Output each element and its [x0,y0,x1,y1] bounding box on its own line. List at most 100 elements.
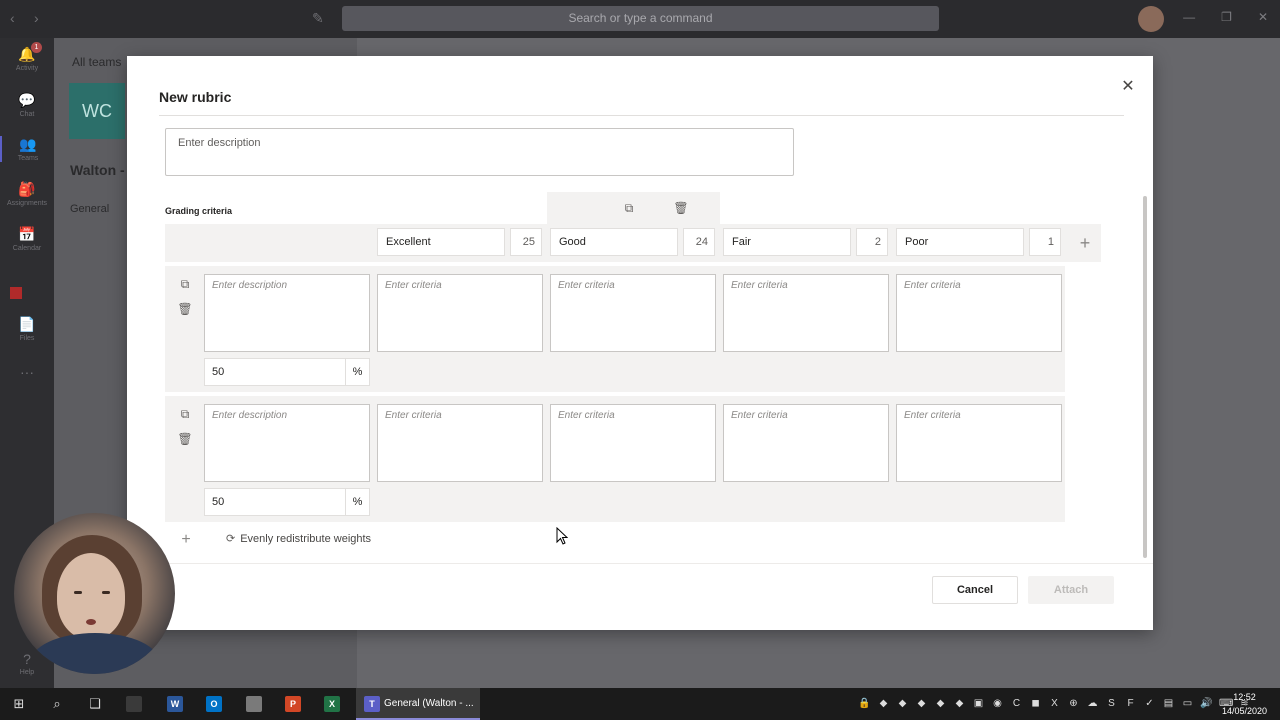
tray-icon[interactable]: ✓ [1143,697,1156,710]
tray-icon[interactable]: C [1010,697,1023,710]
level-name-input[interactable]: Fair [723,228,851,256]
rail-item-chat[interactable]: 💬 Chat [0,92,54,118]
minimize-icon[interactable]: — [1183,10,1195,24]
team-avatar: WC [69,83,125,139]
rail-label: Teams [17,155,39,162]
more-apps-icon[interactable]: ··· [0,364,54,382]
taskbar-app-teams[interactable]: T General (Walton - ... [356,688,480,720]
tray-icon[interactable]: ◆ [934,697,947,710]
criteria-input[interactable]: Enter criteria [550,404,716,482]
app-icon[interactable] [10,287,22,299]
tray-icon[interactable]: F [1124,697,1137,710]
tray-icon[interactable]: ▭ [1181,697,1194,710]
all-teams-link[interactable]: All teams [72,55,121,69]
excel-icon[interactable]: X [324,696,340,712]
rail-item-files[interactable]: 📄 Files [0,316,54,342]
level-name-input[interactable]: Good [550,228,678,256]
back-arrow-icon[interactable]: ‹ [10,10,15,26]
system-tray: 🔒 ◆ ◆ ◆ ◆ ◆ ▣ ◉ C ◼ X ⊕ ☁ S F ✓ ▤ ▭ 🔊 ⌨ … [858,697,1251,710]
criteria-input[interactable]: Enter criteria [550,274,716,352]
level-points-input[interactable]: 25 [510,228,542,256]
criteria-input[interactable]: Enter criteria [896,274,1062,352]
criteria-input[interactable]: Enter criteria [896,404,1062,482]
weight-input[interactable]: 50 % [204,358,370,386]
compose-icon[interactable]: ✎ [312,10,324,27]
rail-item-calendar[interactable]: 📅 Calendar [0,226,54,252]
rail-item-teams[interactable]: 👥 Teams [0,136,54,162]
tray-icon[interactable]: ◆ [896,697,909,710]
pen-app-icon[interactable] [126,696,142,712]
duplicate-icon[interactable]: ⧉ [621,200,637,216]
level-name-input[interactable]: Excellent [377,228,505,256]
search-icon[interactable]: ⌕ [38,688,76,720]
close-window-icon[interactable]: ✕ [1258,10,1268,24]
grading-criteria-label: Grading criteria [165,206,233,216]
task-view-icon[interactable]: ❑ [76,688,114,720]
clock-time: 12:52 [1233,692,1256,702]
tray-icon[interactable]: ▤ [1162,697,1175,710]
powerpoint-icon[interactable]: P [285,696,301,712]
criterion-description-input[interactable]: Enter description [204,274,370,352]
browser-icon[interactable] [246,696,262,712]
cancel-button[interactable]: Cancel [932,576,1018,604]
bell-icon: 🔔 [18,46,36,62]
tray-icon[interactable]: ◉ [991,697,1004,710]
criteria-input[interactable]: Enter criteria [723,404,889,482]
trash-icon[interactable]: 🗑 [673,200,689,216]
level-points-input[interactable]: 2 [856,228,888,256]
criterion-description-input[interactable]: Enter description [204,404,370,482]
tray-icon[interactable]: ◆ [953,697,966,710]
skype-icon[interactable]: S [1105,697,1118,710]
trash-icon[interactable]: 🗑 [177,301,193,317]
cloud-icon[interactable]: ☁ [1086,697,1099,710]
tray-icon[interactable]: ◼ [1029,697,1042,710]
windows-start-icon[interactable]: ⊞ [0,688,38,720]
search-input[interactable]: Search or type a command [342,6,939,31]
redistribute-label: Evenly redistribute weights [240,533,372,545]
tray-icon[interactable]: ⊕ [1067,697,1080,710]
attach-button[interactable]: Attach [1028,576,1114,604]
criteria-input[interactable]: Enter criteria [723,274,889,352]
duplicate-icon[interactable]: ⧉ [177,276,193,292]
tray-icon[interactable]: X [1048,697,1061,710]
weight-input[interactable]: 50 % [204,488,370,516]
window-controls: — ❐ ✕ [1183,10,1268,24]
lock-icon[interactable]: 🔒 [858,697,871,710]
rubric-description-input[interactable]: Enter description [165,128,794,176]
add-criterion-button[interactable]: + [171,526,201,554]
rail-label: Calendar [12,245,42,252]
maximize-icon[interactable]: ❐ [1221,10,1232,24]
mouse-cursor-icon [556,527,568,545]
close-icon[interactable]: ✕ [1119,78,1137,96]
scrollbar[interactable] [1143,196,1147,558]
files-icon: 📄 [18,316,36,332]
new-rubric-dialog: New rubric ✕ Enter description Grading c… [127,56,1153,630]
rail-item-assignments[interactable]: 🎒 Assignments [0,181,54,207]
rail-item-activity[interactable]: 🔔 1 Activity [0,42,54,72]
trash-icon[interactable]: 🗑 [177,431,193,447]
word-icon[interactable]: W [167,696,183,712]
volume-icon[interactable]: 🔊 [1200,697,1213,710]
criteria-input[interactable]: Enter criteria [377,404,543,482]
add-level-button[interactable]: + [1069,226,1101,260]
tray-icon[interactable]: ▣ [972,697,985,710]
channel-general[interactable]: General [70,203,109,215]
tray-icon[interactable]: ◆ [877,697,890,710]
forward-arrow-icon[interactable]: › [34,10,39,26]
team-name: Walton - [70,162,125,178]
webcam-overlay [14,513,175,674]
redistribute-weights-button[interactable]: ⟳ Evenly redistribute weights [226,532,371,545]
system-clock[interactable]: 12:52 14/05/2020 [1222,690,1267,718]
level-points-input[interactable]: 1 [1029,228,1061,256]
percent-suffix: % [345,359,369,385]
tray-icon[interactable]: ◆ [915,697,928,710]
rail-label: Activity [15,65,39,72]
duplicate-icon[interactable]: ⧉ [177,406,193,422]
level-points-input[interactable]: 24 [683,228,715,256]
criterion-row: ⧉ 🗑 Enter description Enter criteria Ent… [165,266,1065,392]
weight-value: 50 [212,496,225,508]
outlook-icon[interactable]: O [206,696,222,712]
level-name-input[interactable]: Poor [896,228,1024,256]
avatar[interactable] [1138,6,1164,32]
criteria-input[interactable]: Enter criteria [377,274,543,352]
